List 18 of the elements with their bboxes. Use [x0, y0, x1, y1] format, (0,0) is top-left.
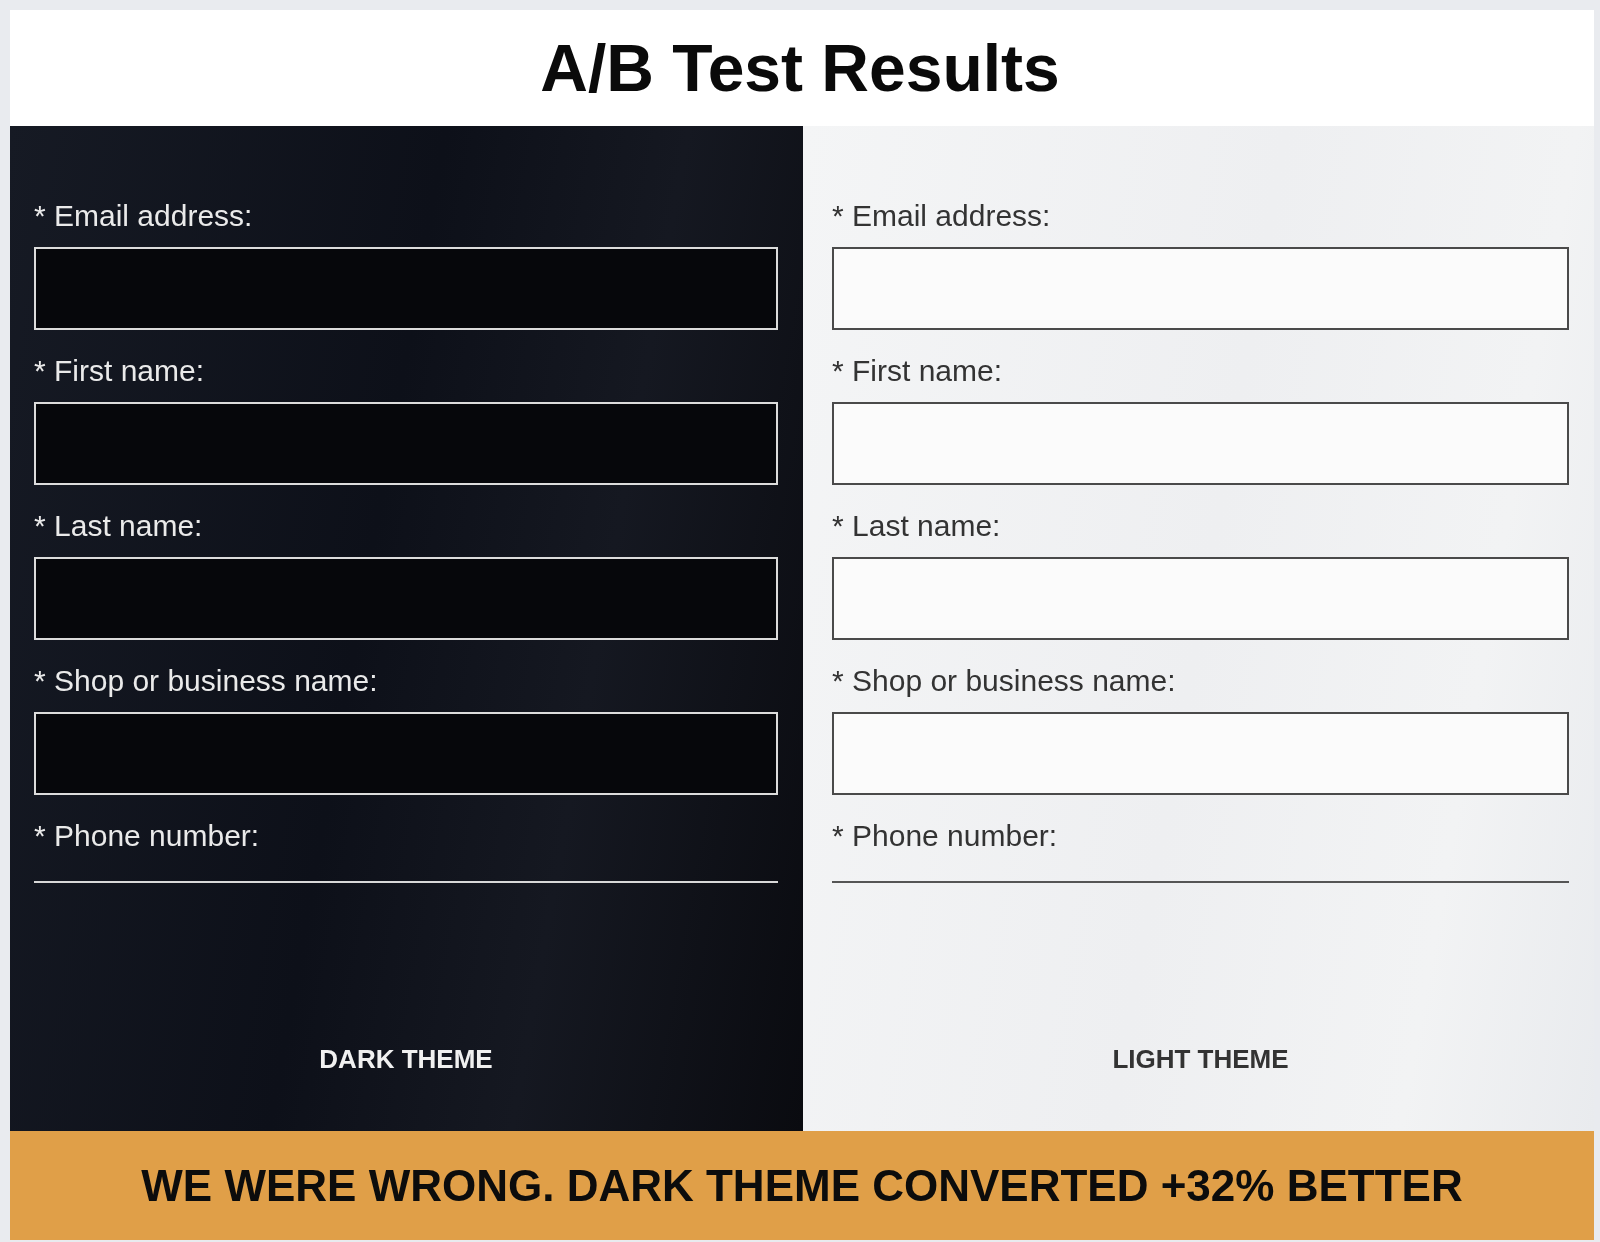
field-label: * Last name: [832, 509, 1001, 543]
result-banner: WE WERE WRONG. DARK THEME CONVERTED +32% BETTER [10, 1131, 1594, 1240]
input-field[interactable] [832, 247, 1569, 330]
field-label: * Phone number: [832, 819, 1058, 853]
field-label: * Phone number: [34, 819, 260, 853]
field-label: * First name: [34, 354, 205, 388]
field-label: * Email address: [34, 199, 253, 233]
page-title: A/B Test Results [540, 30, 1060, 106]
field-label: * Shop or business name: [832, 664, 1176, 698]
field-label: * Email address: [832, 199, 1051, 233]
theme-caption: DARK THEME [319, 1043, 493, 1075]
input-field[interactable] [832, 712, 1569, 795]
field-label: * Last name: [34, 509, 203, 543]
theme-caption: LIGHT THEME [1112, 1043, 1289, 1075]
input-field[interactable] [832, 557, 1569, 640]
input-field[interactable] [832, 402, 1569, 485]
field-label: * Shop or business name: [34, 664, 378, 698]
field-label: * First name: [832, 354, 1003, 388]
